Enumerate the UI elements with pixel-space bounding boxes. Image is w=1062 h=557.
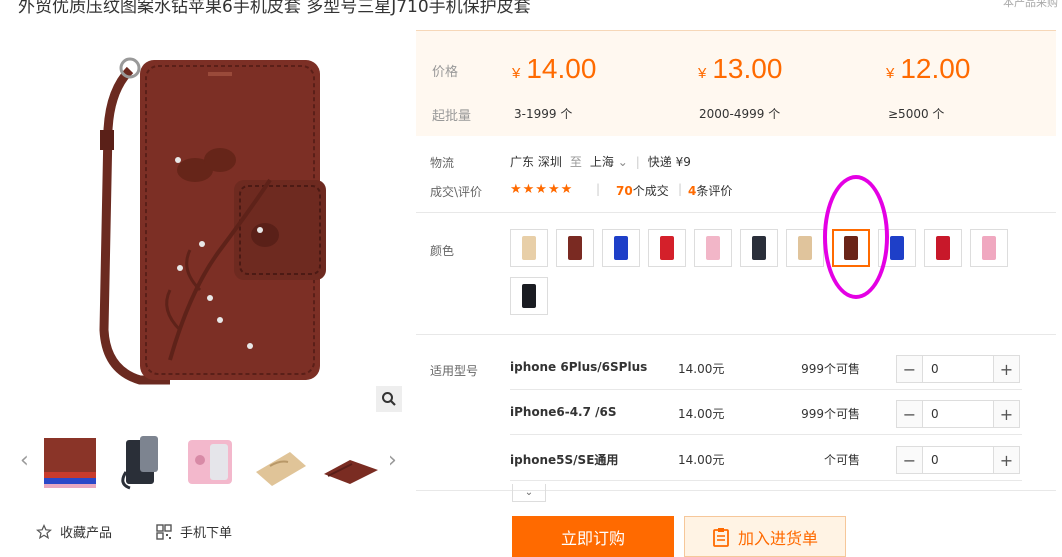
- color-swatch[interactable]: [510, 229, 548, 267]
- models-label: 适用型号: [430, 364, 479, 378]
- color-label: 颜色: [430, 244, 455, 258]
- logistics-label: 物流: [430, 156, 455, 170]
- model-row: iphone5S/SE通用 14.00元 个可售 − 0 +: [510, 437, 1022, 481]
- minus-button[interactable]: −: [897, 401, 923, 427]
- swatch-case-thumbnail: [522, 236, 536, 260]
- divider: [416, 212, 1056, 213]
- title-side-note: 本产品采购: [1003, 0, 1058, 9]
- model-name: iPhone6-4.7 /6S: [510, 405, 617, 419]
- swatch-case-thumbnail: [706, 236, 720, 260]
- quantity-stepper: − 0 +: [896, 446, 1020, 474]
- qty-range-3: ≥5000 个: [888, 107, 945, 121]
- qr-code-icon: [156, 523, 172, 540]
- color-swatch[interactable]: [970, 229, 1008, 267]
- swatch-case-thumbnail: [522, 284, 536, 308]
- quantity-input[interactable]: 0: [923, 401, 993, 427]
- shipping-fee: 快递 ¥9: [647, 155, 691, 169]
- price-tier-3: ¥12.00: [886, 53, 971, 84]
- model-row: iphone 6Plus/6SPlus 14.00元 999个可售 − 0 +: [510, 346, 1022, 390]
- chevron-down-icon: ⌄: [617, 155, 628, 169]
- model-price: 14.00元: [678, 362, 725, 376]
- model-name: iphone5S/SE通用: [510, 453, 619, 467]
- magnifier-icon: [382, 392, 396, 406]
- ship-from: 广东 深圳: [510, 155, 562, 169]
- thumbnail-4[interactable]: [250, 432, 310, 492]
- main-product-image[interactable]: [20, 30, 404, 414]
- swatch-case-thumbnail: [798, 236, 812, 260]
- swatch-case-thumbnail: [982, 236, 996, 260]
- price-panel: 价格 起批量 ¥14.00 3-1999 个 ¥13.00 2000-4999 …: [416, 30, 1056, 136]
- chevron-down-icon: ⌄: [524, 487, 534, 498]
- clipboard-icon: [713, 527, 729, 547]
- swatch-case-thumbnail: [890, 236, 904, 260]
- minus-button[interactable]: −: [897, 356, 923, 382]
- thumb-prev-arrow[interactable]: ‹: [20, 448, 29, 473]
- color-swatch[interactable]: [510, 277, 548, 315]
- swatch-case-thumbnail: [568, 236, 582, 260]
- model-price: 14.00元: [678, 407, 725, 421]
- color-swatch[interactable]: [648, 229, 686, 267]
- buy-now-label: 立即订购: [560, 528, 625, 548]
- min-order-label: 起批量: [432, 109, 472, 124]
- thumbnail-1[interactable]: [40, 432, 100, 492]
- review-count[interactable]: 4条评价: [688, 182, 732, 199]
- swatch-case-thumbnail: [752, 236, 766, 260]
- quantity-input[interactable]: 0: [923, 447, 993, 473]
- rating-stars: ★★★★★: [510, 182, 574, 197]
- minus-button[interactable]: −: [897, 447, 923, 473]
- color-swatch[interactable]: [786, 229, 824, 267]
- ship-to-select[interactable]: 上海 ⌄: [590, 153, 628, 170]
- product-title: 外贸优质压纹图案水钻苹果6手机皮套 多型号三星J710手机保护皮套: [18, 0, 531, 17]
- price-tier-2: ¥13.00: [698, 53, 783, 84]
- model-name: iphone 6Plus/6SPlus: [510, 360, 648, 374]
- quantity-stepper: − 0 +: [896, 400, 1020, 428]
- expand-models-button[interactable]: ⌄: [512, 484, 546, 502]
- bottom-actions: 收藏产品 手机下单: [36, 522, 232, 541]
- model-stock: 999个可售: [801, 362, 860, 376]
- add-to-cart-button[interactable]: 加入进货单: [684, 516, 846, 557]
- model-stock: 999个可售: [801, 407, 860, 421]
- zoom-button[interactable]: [376, 386, 402, 412]
- thumbnail-2[interactable]: [112, 432, 172, 492]
- logistics-info: 广东 深圳 至 上海 ⌄ | 快递 ¥9: [510, 153, 691, 170]
- mobile-order-label: 手机下单: [180, 526, 233, 541]
- thumb-next-arrow[interactable]: ›: [388, 448, 397, 473]
- color-swatch[interactable]: [556, 229, 594, 267]
- swatch-case-thumbnail: [614, 236, 628, 260]
- color-swatch[interactable]: [602, 229, 640, 267]
- thumbnail-strip: ‹ ›: [18, 428, 408, 494]
- mobile-order-link[interactable]: 手机下单: [156, 522, 232, 541]
- model-stock: 个可售: [823, 453, 860, 467]
- favorite-link[interactable]: 收藏产品: [36, 522, 112, 541]
- price-tier-1: ¥14.00: [512, 53, 597, 84]
- thumbnail-3[interactable]: [180, 432, 240, 492]
- model-price: 14.00元: [678, 453, 725, 467]
- thumbnail-5[interactable]: [320, 432, 380, 492]
- plus-button[interactable]: +: [993, 447, 1019, 473]
- color-swatch[interactable]: [924, 229, 962, 267]
- model-row: iPhone6-4.7 /6S 14.00元 999个可售 − 0 +: [510, 391, 1022, 435]
- color-swatch[interactable]: [694, 229, 732, 267]
- star-outline-icon: [36, 523, 52, 539]
- quantity-input[interactable]: 0: [923, 356, 993, 382]
- add-to-cart-label: 加入进货单: [737, 528, 818, 548]
- annotation-circle: [823, 175, 889, 299]
- swatch-case-thumbnail: [936, 236, 950, 260]
- plus-button[interactable]: +: [993, 401, 1019, 427]
- favorite-label: 收藏产品: [60, 526, 113, 541]
- qty-range-2: 2000-4999 个: [699, 107, 781, 121]
- swatch-case-thumbnail: [660, 236, 674, 260]
- price-label: 价格: [432, 65, 459, 80]
- quantity-stepper: − 0 +: [896, 355, 1020, 383]
- divider: [416, 334, 1056, 335]
- buy-now-button[interactable]: 立即订购: [512, 516, 674, 557]
- deals-count[interactable]: 70个成交: [616, 182, 669, 199]
- ship-to-word: 至: [569, 155, 582, 169]
- qty-range-1: 3-1999 个: [514, 107, 573, 121]
- plus-button[interactable]: +: [993, 356, 1019, 382]
- color-swatch[interactable]: [740, 229, 778, 267]
- deals-reviews-label: 成交\评价: [430, 185, 483, 199]
